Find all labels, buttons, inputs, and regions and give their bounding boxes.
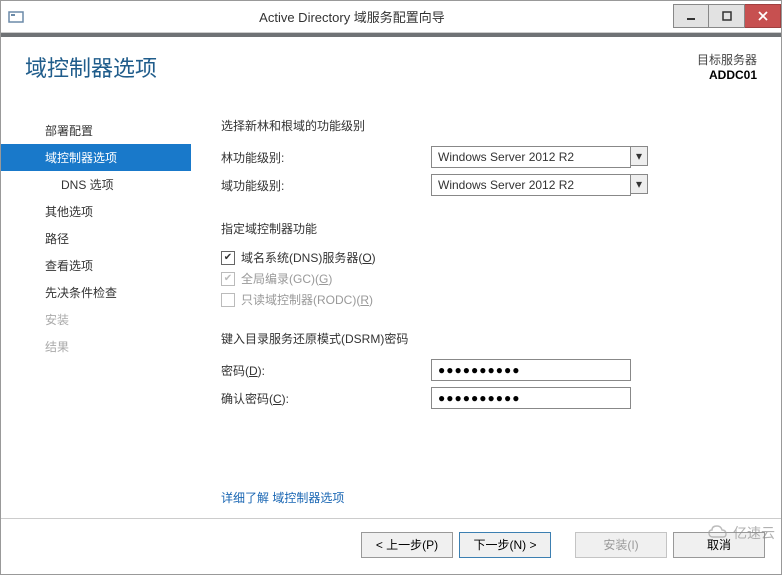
forest-level-dropdown-button[interactable]: ▾ xyxy=(630,146,648,166)
dns-checkbox[interactable]: ✔ xyxy=(221,251,235,265)
sidebar-item-other-options[interactable]: 其他选项 xyxy=(1,198,191,225)
domain-level-dropdown[interactable]: Windows Server 2012 R2 xyxy=(431,174,631,196)
password-label: 密码(D): xyxy=(221,362,431,379)
more-info-link[interactable]: 详细了解 域控制器选项 xyxy=(221,489,344,506)
sidebar-item-deploy-config[interactable]: 部署配置 xyxy=(1,117,191,144)
forest-level-dropdown[interactable]: Windows Server 2012 R2 xyxy=(431,146,631,168)
chevron-down-icon: ▾ xyxy=(636,177,642,191)
domain-level-label: 域功能级别: xyxy=(221,177,431,194)
page-title: 域控制器选项 xyxy=(25,51,157,83)
previous-button[interactable]: < 上一步(P) xyxy=(361,532,453,558)
password-input[interactable] xyxy=(431,359,631,381)
close-button[interactable] xyxy=(745,4,781,28)
window-controls xyxy=(673,5,781,28)
sidebar-item-dc-options[interactable]: 域控制器选项 xyxy=(1,144,191,171)
domain-level-value: Windows Server 2012 R2 xyxy=(438,178,574,192)
domain-level-dropdown-button[interactable]: ▾ xyxy=(630,174,648,194)
next-button-label: 下一步(N) > xyxy=(473,536,536,554)
maximize-button[interactable] xyxy=(709,4,745,28)
rodc-checkbox xyxy=(221,293,235,307)
dsrm-heading: 键入目录服务还原模式(DSRM)密码 xyxy=(221,330,751,347)
sidebar-item-review-options[interactable]: 查看选项 xyxy=(1,252,191,279)
wizard-sidebar: 部署配置 域控制器选项 DNS 选项 其他选项 路径 查看选项 先决条件检查 安… xyxy=(1,37,191,518)
sidebar-item-prereq-check[interactable]: 先决条件检查 xyxy=(1,279,191,306)
titlebar: Active Directory 域服务配置向导 xyxy=(1,1,781,33)
install-button: 安装(I) xyxy=(575,532,667,558)
cloud-icon xyxy=(707,522,729,544)
sidebar-item-paths[interactable]: 路径 xyxy=(1,225,191,252)
gc-checkbox: ✔ xyxy=(221,272,235,286)
confirm-password-input[interactable] xyxy=(431,387,631,409)
forest-level-label: 林功能级别: xyxy=(221,149,431,166)
chevron-down-icon: ▾ xyxy=(636,149,642,163)
sidebar-item-dns-options[interactable]: DNS 选项 xyxy=(1,171,191,198)
dns-checkbox-label: 域名系统(DNS)服务器(O) xyxy=(241,249,376,266)
confirm-password-label: 确认密码(C): xyxy=(221,390,431,407)
watermark-text: 亿速云 xyxy=(733,523,775,543)
next-button[interactable]: 下一步(N) > xyxy=(459,532,551,558)
content-pane: 选择新林和根域的功能级别 林功能级别: Windows Server 2012 … xyxy=(191,37,781,518)
gc-checkbox-label: 全局编录(GC)(G) xyxy=(241,270,332,287)
dc-capabilities-heading: 指定域控制器功能 xyxy=(221,220,751,237)
wizard-footer: < 上一步(P) 下一步(N) > 安装(I) 取消 xyxy=(1,518,781,570)
sidebar-item-install: 安装 xyxy=(1,306,191,333)
rodc-checkbox-label: 只读域控制器(RODC)(R) xyxy=(241,291,373,308)
minimize-button[interactable] xyxy=(673,4,709,28)
functional-level-heading: 选择新林和根域的功能级别 xyxy=(221,117,751,134)
forest-level-value: Windows Server 2012 R2 xyxy=(438,150,574,164)
wizard-window: Active Directory 域服务配置向导 域控制器选项 目标服务器 AD… xyxy=(0,0,782,575)
window-title: Active Directory 域服务配置向导 xyxy=(31,7,673,26)
watermark: 亿速云 xyxy=(707,522,775,544)
sidebar-item-results: 结果 xyxy=(1,333,191,360)
app-icon xyxy=(7,8,25,26)
